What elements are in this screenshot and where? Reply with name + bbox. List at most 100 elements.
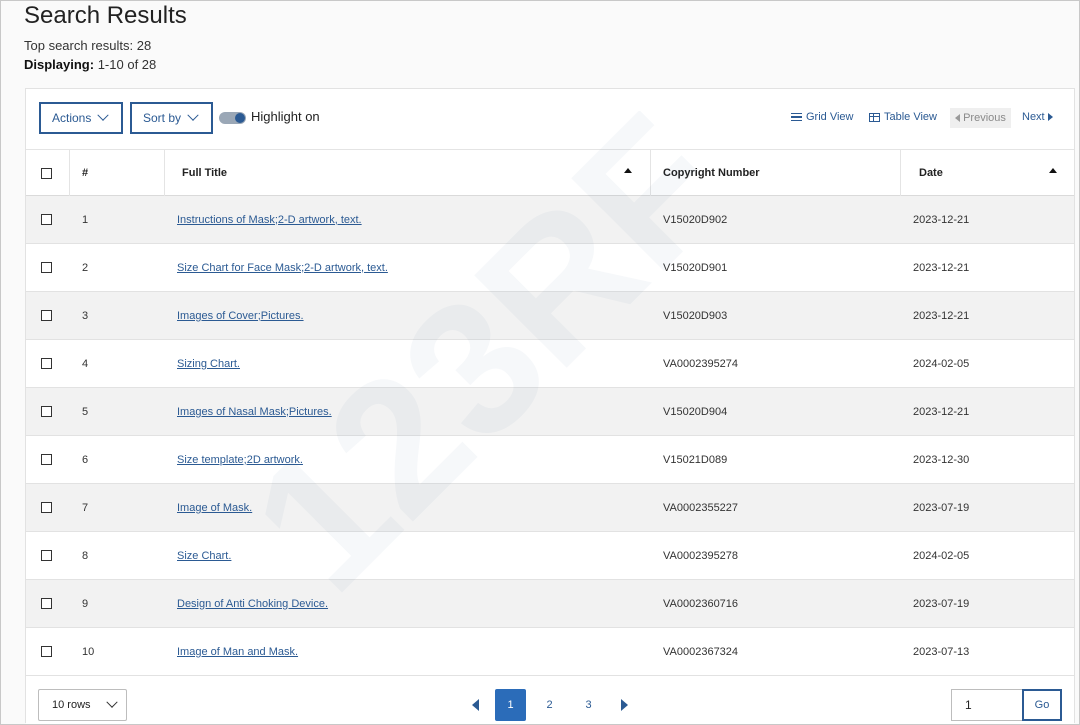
table-row: 7 Image of Mask. VA0002355227 2023-07-19	[26, 484, 1074, 532]
highlight-label: Highlight on	[251, 109, 320, 124]
row-title-link[interactable]: Size Chart for Face Mask;2-D artwork, te…	[177, 262, 388, 274]
row-number: 4	[82, 357, 89, 370]
grid-view-label: Grid View	[806, 111, 854, 123]
caret-right-icon	[1047, 113, 1053, 121]
row-number: 1	[82, 213, 89, 226]
row-number: 9	[82, 597, 89, 610]
row-title-cell: Image of Mask.	[177, 484, 252, 531]
row-title-cell: Size template;2D artwork.	[177, 436, 303, 483]
table-row: 9 Design of Anti Choking Device. VA0002360…	[26, 580, 1074, 628]
next-button[interactable]: Next	[1022, 111, 1053, 123]
sort-ascending-icon[interactable]	[1049, 168, 1057, 173]
rows-per-page-select[interactable]: 10 rows	[38, 689, 127, 721]
rows-per-page-value: 10 rows	[52, 699, 91, 711]
table-row: 8 Size Chart. VA0002395278 2024-02-05	[26, 532, 1074, 580]
row-checkbox[interactable]	[41, 646, 52, 657]
go-button[interactable]: Go	[1022, 689, 1062, 721]
row-date: 2023-12-21	[913, 261, 970, 274]
sort-ascending-icon[interactable]	[624, 168, 632, 173]
results-toolbar: Actions Sort by Highlight on Grid View T…	[26, 89, 1074, 149]
row-checkbox[interactable]	[41, 406, 52, 417]
row-copyright-number: VA0002395274	[663, 357, 739, 370]
row-copyright-number: VA0002367324	[663, 645, 739, 658]
row-checkbox[interactable]	[41, 310, 52, 321]
row-number: 6	[82, 453, 89, 466]
row-select-cell	[41, 292, 52, 339]
table-view-label: Table View	[884, 111, 937, 123]
next-page-icon[interactable]	[621, 699, 628, 711]
row-select-cell	[41, 388, 52, 435]
column-header-copyright-number[interactable]: Copyright Number	[663, 150, 760, 196]
table-footer: 10 rows 1 2 3 Go	[26, 676, 1074, 724]
row-select-cell	[41, 580, 52, 627]
row-title-link[interactable]: Images of Cover;Pictures.	[177, 310, 304, 322]
row-title-cell: Images of Cover;Pictures.	[177, 292, 304, 339]
column-header-full-title[interactable]: Full Title	[182, 150, 227, 196]
row-number: 5	[82, 405, 89, 418]
row-select-cell	[41, 484, 52, 531]
prev-page-icon[interactable]	[472, 699, 479, 711]
page-frame: Search Results Top search results: 28 Di…	[0, 0, 1080, 725]
table-row: 4 Sizing Chart. VA0002395274 2024-02-05	[26, 340, 1074, 388]
row-checkbox[interactable]	[41, 214, 52, 225]
row-date: 2023-12-21	[913, 309, 970, 322]
row-title-link[interactable]: Sizing Chart.	[177, 358, 240, 370]
row-title-cell: Size Chart.	[177, 532, 231, 579]
row-number: 8	[82, 549, 89, 562]
goto-page-input[interactable]	[951, 689, 1023, 721]
chevron-down-icon	[97, 109, 110, 121]
caret-left-icon	[955, 114, 961, 122]
displaying-summary: Displaying: 1-10 of 28	[24, 57, 156, 72]
row-copyright-number: V15021D089	[663, 453, 728, 466]
row-title-link[interactable]: Size Chart.	[177, 550, 231, 562]
row-title-link[interactable]: Instructions of Mask;2-D artwork, text.	[177, 214, 362, 226]
page-title: Search Results	[24, 2, 187, 29]
next-label: Next	[1022, 111, 1045, 123]
page-button-3[interactable]: 3	[573, 689, 604, 721]
row-date: 2023-07-13	[913, 645, 970, 658]
row-checkbox[interactable]	[41, 598, 52, 609]
table-row: 5 Images of Nasal Mask;Pictures. V15020D90…	[26, 388, 1074, 436]
row-copyright-number: VA0002360716	[663, 597, 739, 610]
row-number: 10	[82, 645, 95, 658]
row-copyright-number: V15020D901	[663, 261, 728, 274]
row-title-link[interactable]: Image of Mask.	[177, 502, 252, 514]
row-number: 2	[82, 261, 89, 274]
displaying-label: Displaying:	[24, 57, 95, 72]
sort-by-dropdown[interactable]: Sort by	[130, 102, 213, 134]
row-checkbox[interactable]	[41, 454, 52, 465]
row-copyright-number: V15020D904	[663, 405, 728, 418]
row-checkbox[interactable]	[41, 358, 52, 369]
row-checkbox[interactable]	[41, 262, 52, 273]
row-title-link[interactable]: Design of Anti Choking Device.	[177, 598, 328, 610]
table-row: 1 Instructions of Mask;2-D artwork, text.…	[26, 196, 1074, 244]
table-row: 10 Image of Man and Mask. VA0002367324 2023…	[26, 628, 1074, 676]
row-title-cell: Instructions of Mask;2-D artwork, text.	[177, 196, 362, 243]
page-button-1[interactable]: 1	[495, 689, 526, 721]
page-button-2[interactable]: 2	[534, 689, 565, 721]
displaying-value: 1-10 of 28	[97, 57, 157, 72]
highlight-toggle[interactable]	[219, 112, 246, 124]
row-checkbox[interactable]	[41, 550, 52, 561]
row-title-link[interactable]: Image of Man and Mask.	[177, 646, 298, 658]
row-title-link[interactable]: Images of Nasal Mask;Pictures.	[177, 406, 332, 418]
previous-label: Previous	[963, 112, 1006, 124]
table-row: 3 Images of Cover;Pictures. V15020D903 2023…	[26, 292, 1074, 340]
toggle-knob	[235, 113, 245, 123]
row-number: 7	[82, 501, 89, 514]
table-icon	[869, 112, 880, 122]
row-copyright-number: V15020D902	[663, 213, 728, 226]
row-number: 3	[82, 309, 89, 322]
previous-button[interactable]: Previous	[950, 108, 1011, 128]
row-date: 2024-02-05	[913, 357, 970, 370]
select-all-checkbox[interactable]	[41, 167, 52, 179]
row-checkbox[interactable]	[41, 502, 52, 513]
chevron-down-icon	[106, 696, 118, 708]
actions-dropdown[interactable]: Actions	[39, 102, 123, 134]
grid-view-link[interactable]: Grid View	[791, 111, 853, 123]
column-header-date[interactable]: Date	[919, 150, 943, 196]
row-select-cell	[41, 196, 52, 243]
table-view-link[interactable]: Table View	[869, 111, 937, 123]
row-copyright-number: VA0002355227	[663, 501, 739, 514]
row-title-link[interactable]: Size template;2D artwork.	[177, 454, 303, 466]
